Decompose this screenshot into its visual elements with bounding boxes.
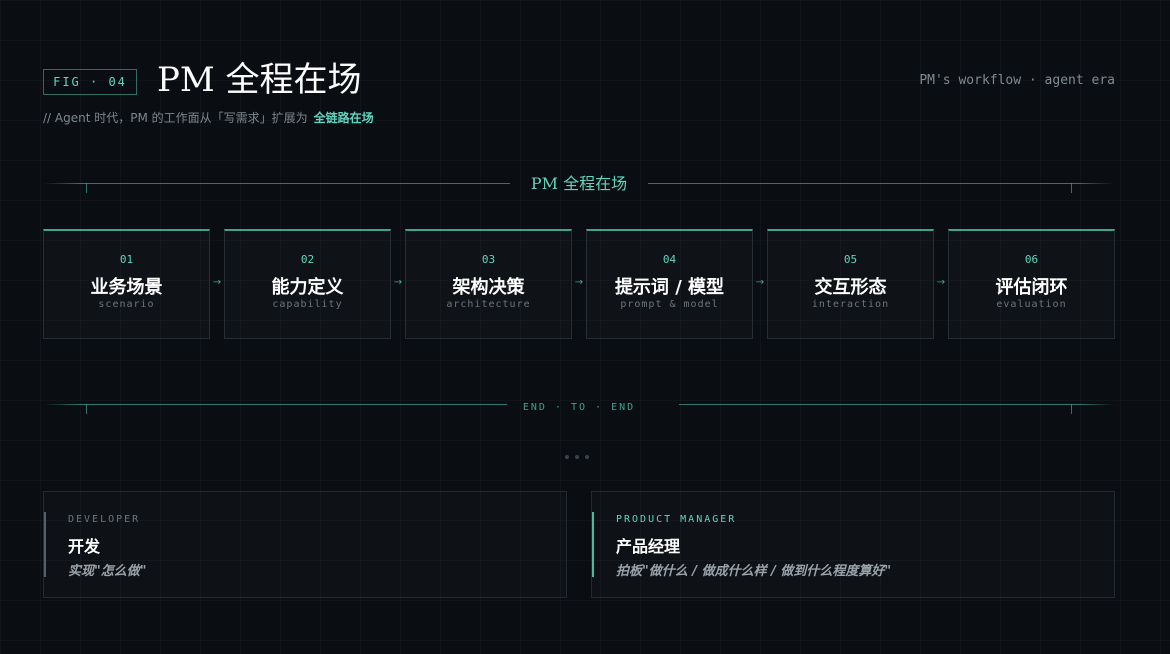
- arrow-right-icon: →: [574, 277, 584, 288]
- step-number: 05: [843, 253, 858, 266]
- role-card-product-manager: PRODUCT MANAGER 产品经理 拍板"做什么 / 做成什么样 / 做到…: [591, 491, 1115, 598]
- step-number: 04: [662, 253, 677, 266]
- section-label: END · TO · END: [522, 402, 636, 413]
- step-subtitle: architecture: [446, 299, 531, 310]
- step-number: 03: [481, 253, 496, 266]
- role-title: 开发: [68, 537, 101, 556]
- step-card-prompt-model: 04 提示词 / 模型 prompt & model: [586, 229, 753, 339]
- page-title: PM 全程在场: [157, 60, 362, 100]
- step-card-scenario: 01 业务场景 scenario: [43, 229, 210, 339]
- step-subtitle: evaluation: [996, 299, 1067, 310]
- subtitle-highlight: 全链路在场: [313, 111, 374, 125]
- subtitle-text: // Agent 时代，PM 的工作面从「写需求」扩展为: [43, 111, 308, 125]
- step-card-evaluation: 06 评估闭环 evaluation: [948, 229, 1115, 339]
- section-divider-bottom: END · TO · END: [43, 393, 1115, 417]
- step-title: 交互形态: [814, 277, 887, 298]
- step-title: 提示词 / 模型: [614, 277, 725, 298]
- workflow-steps: 01 业务场景 scenario → 02 能力定义 capability → …: [43, 229, 1115, 339]
- step-number: 06: [1024, 253, 1039, 266]
- figure-badge: FIG · 04: [43, 69, 137, 95]
- accent-bar: [44, 512, 46, 577]
- role-description: 拍板"做什么 / 做成什么样 / 做到什么程度算好": [616, 564, 892, 579]
- step-title: 架构决策: [452, 277, 525, 298]
- arrow-right-icon: →: [393, 277, 403, 288]
- step-subtitle: prompt & model: [620, 299, 719, 310]
- section-label: PM 全程在场: [530, 174, 628, 193]
- step-number: 02: [300, 253, 315, 266]
- context-label: PM's workflow · agent era: [919, 73, 1115, 88]
- role-label: DEVELOPER: [68, 514, 141, 525]
- step-subtitle: scenario: [98, 299, 155, 310]
- step-subtitle: interaction: [811, 299, 890, 310]
- arrow-right-icon: →: [212, 277, 222, 288]
- page-subtitle: // Agent 时代，PM 的工作面从「写需求」扩展为 全链路在场: [43, 109, 374, 126]
- accent-bar: [592, 512, 594, 577]
- step-title: 业务场景: [90, 277, 163, 298]
- step-card-capability: 02 能力定义 capability: [224, 229, 391, 339]
- arrow-right-icon: →: [936, 277, 946, 288]
- step-title: 评估闭环: [995, 277, 1068, 298]
- role-title: 产品经理: [616, 537, 681, 556]
- role-card-developer: DEVELOPER 开发 实现"怎么做": [43, 491, 567, 598]
- step-card-interaction: 05 交互形态 interaction: [767, 229, 934, 339]
- role-label: PRODUCT MANAGER: [616, 514, 737, 525]
- step-card-architecture: 03 架构决策 architecture: [405, 229, 572, 339]
- step-number: 01: [119, 253, 134, 266]
- role-description: 实现"怎么做": [68, 564, 147, 579]
- step-title: 能力定义: [271, 277, 344, 298]
- ellipsis-dots-icon: [565, 455, 589, 459]
- step-subtitle: capability: [272, 299, 343, 310]
- section-divider-top: PM 全程在场: [43, 172, 1115, 196]
- arrow-right-icon: →: [755, 277, 765, 288]
